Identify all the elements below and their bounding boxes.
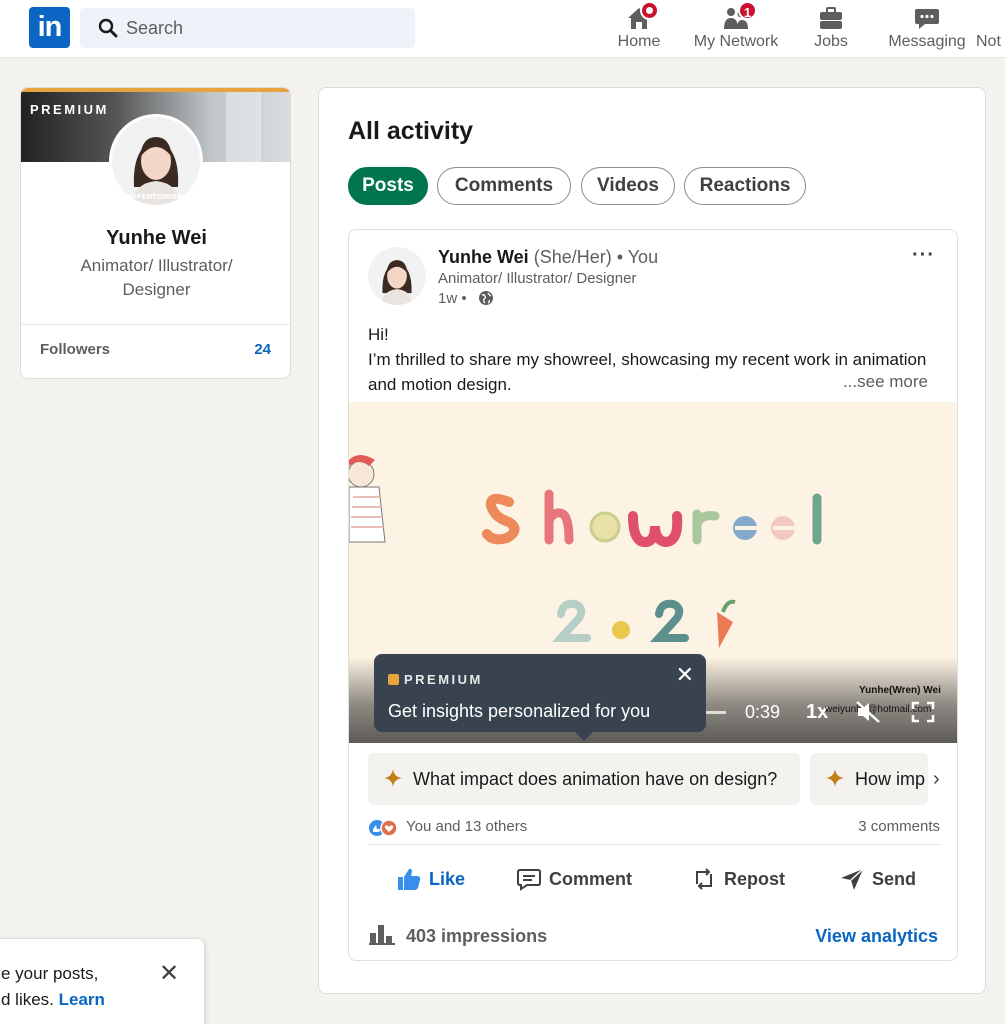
toast-line2: d likes. Learn bbox=[1, 987, 105, 1013]
premium-insights-tooltip: PREMIUM Get insights personalized for yo… bbox=[374, 654, 706, 741]
year-art bbox=[552, 599, 736, 648]
reactions-text[interactable]: You and 13 others bbox=[406, 818, 527, 835]
character-illustration bbox=[349, 455, 386, 543]
post-card: Yunhe Wei (She/Her) • You Animator/ Illu… bbox=[348, 229, 958, 961]
repost-icon bbox=[696, 868, 712, 890]
post-author-pronouns: (She/Her) • You bbox=[533, 247, 659, 267]
post-options-icon[interactable]: ··· bbox=[912, 244, 935, 267]
comments-count[interactable]: 3 comments bbox=[858, 818, 940, 835]
learn-link[interactable]: Learn bbox=[59, 990, 105, 1009]
post-author-headline: Animator/ Illustrator/ Designer bbox=[438, 270, 637, 287]
send-label: Send bbox=[872, 869, 917, 889]
profile-card: PREMIUM #OPENTOWORK Yunhe Wei Animator/ … bbox=[20, 87, 291, 379]
toast-line2-prefix: d likes. bbox=[1, 990, 59, 1009]
showreel-title-art bbox=[482, 489, 822, 548]
divider bbox=[368, 844, 940, 845]
comment-label: Comment bbox=[549, 869, 633, 889]
nav-notifications-label: Not bbox=[976, 33, 1001, 50]
search-bar[interactable] bbox=[80, 8, 415, 48]
premium-icon bbox=[388, 674, 399, 685]
network-badge: 1 bbox=[738, 1, 757, 20]
globe-icon bbox=[479, 291, 493, 305]
reactions-summary[interactable]: You and 13 others 3 comments bbox=[368, 817, 940, 839]
post-text-line1: Hi! bbox=[368, 325, 389, 344]
messaging-icon bbox=[915, 9, 939, 29]
video-watermark-name: Yunhe(Wren) Wei bbox=[859, 685, 941, 696]
author-portrait-image bbox=[368, 247, 426, 305]
ai-prompt-chip[interactable]: What impact does animation have on desig… bbox=[368, 753, 800, 805]
info-toast: e your posts, d likes. Learn ✕ bbox=[0, 938, 205, 1024]
sparkle-icon bbox=[826, 769, 844, 787]
nav-my-network[interactable]: 1 My Network bbox=[690, 0, 782, 58]
view-analytics-link[interactable]: View analytics bbox=[815, 926, 938, 947]
nav-notifications[interactable]: Not bbox=[976, 0, 1005, 58]
comment-button[interactable]: Comment bbox=[516, 864, 636, 896]
banner-light-stripe bbox=[226, 92, 261, 162]
ai-prompt-text: What impact does animation have on desig… bbox=[413, 769, 778, 789]
send-icon bbox=[841, 868, 864, 890]
like-button[interactable]: Like bbox=[396, 864, 476, 896]
nav-messaging[interactable]: Messaging bbox=[886, 0, 968, 58]
nav-my-network-label: My Network bbox=[693, 33, 779, 50]
repost-label: Repost bbox=[724, 869, 786, 889]
video-progress-track[interactable] bbox=[704, 711, 726, 714]
search-input[interactable] bbox=[126, 8, 406, 48]
nav-jobs[interactable]: Jobs bbox=[805, 0, 857, 58]
tab-reactions[interactable]: Reactions bbox=[684, 167, 806, 205]
briefcase-icon bbox=[820, 7, 842, 29]
sparkle-icon bbox=[384, 769, 402, 787]
profile-avatar[interactable]: #OPENTOWORK bbox=[109, 114, 203, 208]
tab-comments[interactable]: Comments bbox=[437, 167, 571, 205]
divider bbox=[21, 324, 290, 325]
followers-label[interactable]: Followers bbox=[40, 341, 110, 358]
toast-line1: e your posts, bbox=[1, 964, 99, 983]
nav-jobs-label: Jobs bbox=[814, 33, 848, 50]
profile-name[interactable]: Yunhe Wei bbox=[21, 227, 290, 250]
profile-headline: Animator/ Illustrator/ Designer bbox=[80, 256, 233, 299]
send-button[interactable]: Send bbox=[839, 864, 919, 896]
comment-icon bbox=[517, 869, 541, 891]
toast-close-icon[interactable]: ✕ bbox=[159, 959, 179, 988]
like-label: Like bbox=[429, 869, 466, 889]
analytics-bar-chart-icon bbox=[369, 925, 395, 945]
post-author-name[interactable]: Yunhe Wei bbox=[438, 247, 529, 267]
activity-card: All activity Posts Comments Videos React… bbox=[318, 87, 986, 994]
reaction-icons bbox=[369, 819, 398, 837]
see-more-link[interactable]: ...see more bbox=[836, 372, 928, 392]
post-author[interactable]: Yunhe Wei (She/Her) • You bbox=[438, 247, 658, 268]
nav-home[interactable]: Home bbox=[608, 0, 670, 58]
fullscreen-icon[interactable] bbox=[911, 701, 935, 723]
ai-prompt-chip-2[interactable]: How imp bbox=[810, 753, 928, 805]
linkedin-logo[interactable]: in bbox=[29, 7, 70, 48]
video-time: 0:39 bbox=[745, 702, 781, 722]
like-icon bbox=[398, 868, 421, 890]
followers-count[interactable]: 24 bbox=[254, 341, 271, 358]
tooltip-close-icon[interactable]: ✕ bbox=[676, 662, 694, 688]
ai-prompt-text-2: How imp bbox=[855, 769, 926, 789]
search-icon bbox=[98, 18, 118, 38]
tooltip-premium-label: PREMIUM bbox=[404, 672, 483, 687]
impressions-count[interactable]: 403 impressions bbox=[406, 926, 547, 947]
nav-messaging-label: Messaging bbox=[888, 33, 966, 50]
post-time: 1w • bbox=[438, 290, 467, 307]
mute-icon[interactable] bbox=[855, 700, 881, 724]
avatar-portrait-image: #OPENTOWORK bbox=[112, 117, 200, 205]
repost-button[interactable]: Repost bbox=[691, 864, 786, 896]
premium-label: PREMIUM bbox=[30, 102, 109, 117]
toast-text: e your posts, d likes. Learn bbox=[1, 961, 105, 1013]
home-notification-dot bbox=[640, 1, 659, 20]
tooltip-text: Get insights personalized for you bbox=[388, 701, 651, 721]
top-navigation-bar: in Home 1 My Network Jobs bbox=[0, 0, 1005, 58]
tab-posts[interactable]: Posts bbox=[348, 167, 428, 205]
post-author-avatar[interactable] bbox=[368, 247, 426, 305]
activity-title: All activity bbox=[348, 117, 474, 145]
svg-text:#OPENTOWORK: #OPENTOWORK bbox=[125, 193, 188, 201]
chevron-right-icon[interactable]: › bbox=[933, 768, 940, 791]
tab-videos[interactable]: Videos bbox=[581, 167, 675, 205]
nav-home-label: Home bbox=[617, 33, 661, 50]
